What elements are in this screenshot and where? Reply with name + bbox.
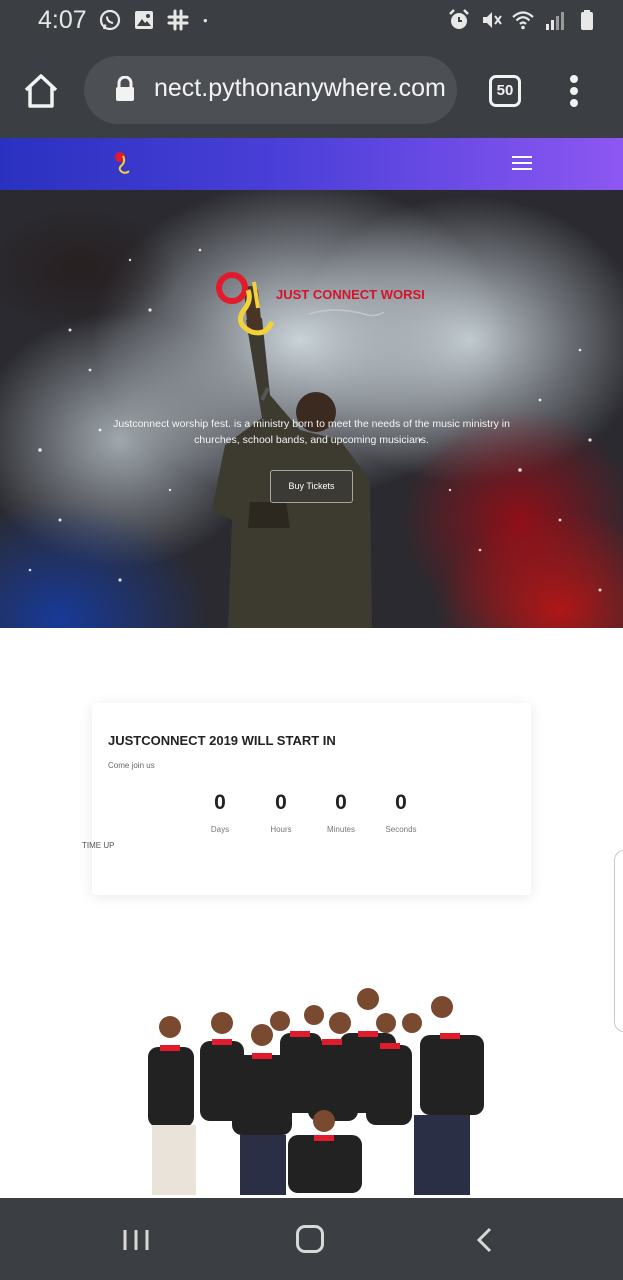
site-logo-icon[interactable] xyxy=(112,150,136,178)
wifi-icon xyxy=(512,11,534,30)
countdown-days-value: 0 xyxy=(214,791,226,814)
hero-description: Justconnect worship fest. is a ministry … xyxy=(113,418,510,446)
browser-toolbar: nect.pythonanywhere.com 50 xyxy=(0,42,623,138)
status-bar: 4:07 xyxy=(0,0,623,42)
slack-icon xyxy=(167,9,189,31)
countdown-seconds: 0 Seconds xyxy=(371,791,431,834)
countdown-card: JUSTCONNECT 2019 WILL START IN Come join… xyxy=(92,703,531,895)
countdown-hours-label: Hours xyxy=(270,825,292,834)
address-bar[interactable]: nect.pythonanywhere.com xyxy=(84,56,457,124)
countdown-hours: 0 Hours xyxy=(251,791,311,834)
festival-logo: JUST CONNECT WORSHIP FESTIVAL xyxy=(216,272,424,336)
dot-icon xyxy=(203,19,207,23)
site-navbar xyxy=(0,138,623,190)
battery-icon xyxy=(581,10,593,30)
home-nav-icon[interactable] xyxy=(296,1225,324,1253)
tab-switcher-button[interactable]: 50 xyxy=(489,75,521,107)
gallery-icon xyxy=(135,11,153,29)
hero-section: JUST CONNECT WORSHIP FESTIVAL Justconnec… xyxy=(0,190,623,628)
url-text[interactable]: nect.pythonanywhere.com xyxy=(154,74,454,103)
status-right-icons xyxy=(447,8,599,32)
buy-tickets-button[interactable]: Buy Tickets xyxy=(270,470,353,503)
recent-apps-icon[interactable] xyxy=(122,1228,150,1252)
countdown-hours-value: 0 xyxy=(275,791,287,814)
status-time: 4:07 xyxy=(38,6,87,34)
signal-icon xyxy=(546,12,564,30)
countdown-seconds-label: Seconds xyxy=(385,825,417,834)
mute-icon xyxy=(483,12,502,28)
back-icon[interactable] xyxy=(474,1226,494,1254)
edge-panel-handle[interactable] xyxy=(614,850,623,1032)
countdown-minutes: 0 Minutes xyxy=(311,791,371,834)
home-icon[interactable] xyxy=(20,70,62,112)
lock-icon xyxy=(116,76,134,101)
countdown-days: 0 Days xyxy=(190,791,250,834)
whatsapp-icon xyxy=(99,9,121,31)
alarm-icon xyxy=(449,9,469,29)
hamburger-menu-icon[interactable] xyxy=(512,156,532,172)
countdown-seconds-value: 0 xyxy=(395,791,407,814)
status-left-icons xyxy=(98,8,216,32)
countdown-subtitle: Come join us xyxy=(108,761,155,770)
festival-logo-text: JUST CONNECT WORSHIP FESTIVAL xyxy=(276,287,424,302)
group-photo xyxy=(148,988,484,1195)
more-options-icon[interactable] xyxy=(562,72,586,112)
countdown-minutes-label: Minutes xyxy=(326,825,355,834)
system-navigation-bar xyxy=(0,1198,623,1280)
performer-image xyxy=(28,248,602,628)
countdown-status: TIME UP xyxy=(82,841,115,850)
countdown-days-label: Days xyxy=(210,825,230,834)
countdown-minutes-value: 0 xyxy=(335,791,347,814)
countdown-title: JUSTCONNECT 2019 WILL START IN xyxy=(108,733,336,748)
